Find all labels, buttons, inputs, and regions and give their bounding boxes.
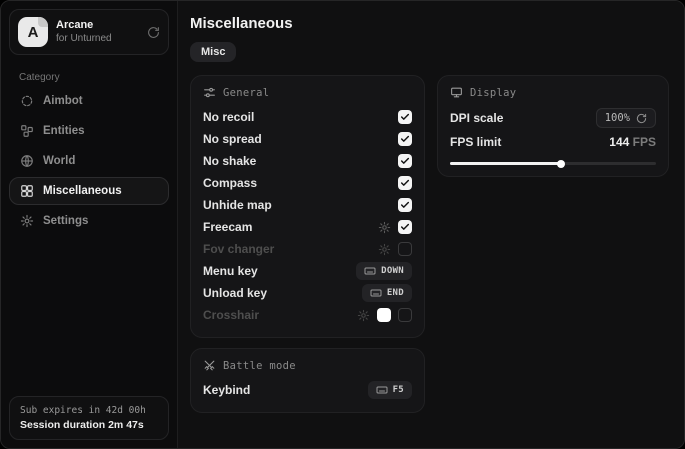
fps-slider-thumb[interactable] [557, 160, 565, 168]
keyboard-icon [370, 287, 382, 299]
setting-row-crosshair: Crosshair [203, 304, 412, 326]
dpi-scale-control[interactable]: 100% [596, 108, 656, 128]
general-card: General No recoil No spread No shake [190, 75, 425, 338]
setting-row-no-recoil: No recoil [203, 106, 412, 128]
sidebar-item-label: World [43, 155, 75, 167]
display-card-title: Display [470, 87, 516, 99]
app-logo: A [18, 17, 48, 47]
battle-mode-card-title: Battle mode [223, 360, 296, 372]
app-subtitle: for Unturned [56, 33, 112, 46]
unhide-map-checkbox[interactable] [398, 198, 412, 212]
setting-row-no-spread: No spread [203, 128, 412, 150]
entities-icon [20, 124, 34, 138]
sidebar-item-settings[interactable]: Settings [9, 207, 169, 235]
app-window: A Arcane for Unturned Category Aimbot En… [0, 0, 685, 449]
setting-row-compass: Compass [203, 172, 412, 194]
tab-misc[interactable]: Misc [190, 42, 236, 62]
brand-card: A Arcane for Unturned [9, 9, 169, 55]
setting-row-no-shake: No shake [203, 150, 412, 172]
app-name: Arcane [56, 19, 112, 33]
battle-keybind[interactable]: F5 [368, 381, 412, 399]
sync-icon[interactable] [147, 26, 160, 39]
keyboard-icon [376, 384, 388, 396]
sidebar: A Arcane for Unturned Category Aimbot En… [1, 1, 177, 448]
sidebar-item-miscellaneous[interactable]: Miscellaneous [9, 177, 169, 205]
compass-checkbox[interactable] [398, 176, 412, 190]
dpi-scale-value: 100% [605, 112, 630, 124]
fps-limit-value: 144 FPS [609, 135, 656, 149]
sidebar-item-entities[interactable]: Entities [9, 117, 169, 145]
fov-changer-checkbox[interactable] [398, 242, 412, 256]
general-card-title: General [223, 87, 269, 99]
session-duration-text: Session duration 2m 47s [20, 419, 158, 431]
unload-key-binding[interactable]: END [362, 284, 412, 302]
main-panel: Miscellaneous Misc General No recoil [177, 1, 684, 448]
refresh-icon[interactable] [636, 113, 647, 124]
battle-mode-card: Battle mode Keybind F5 [190, 348, 425, 413]
sub-expiry-text: Sub expires in 42d 00h [20, 405, 158, 416]
monitor-icon [450, 86, 463, 99]
fov-changer-gear-icon[interactable] [378, 243, 391, 256]
menu-key-binding[interactable]: DOWN [356, 262, 412, 280]
fps-slider-fill [450, 162, 561, 165]
grid-icon [20, 184, 34, 198]
globe-icon [20, 154, 34, 168]
setting-row-fov-changer: Fov changer [203, 238, 412, 260]
sidebar-item-label: Settings [43, 215, 88, 227]
sidebar-item-label: Aimbot [43, 95, 83, 107]
setting-row-unhide-map: Unhide map [203, 194, 412, 216]
content-area: General No recoil No spread No shake [190, 75, 669, 413]
setting-row-keybind: Keybind F5 [203, 379, 412, 401]
crosshair-icon [20, 94, 34, 108]
subscription-info: Sub expires in 42d 00h Session duration … [9, 396, 169, 440]
crosshair-checkbox[interactable] [398, 308, 412, 322]
fps-limit-row: FPS limit 144 FPS [450, 130, 656, 154]
tab-bar: Misc [190, 42, 669, 62]
page-title: Miscellaneous [190, 15, 669, 32]
sidebar-nav: Aimbot Entities World Miscellaneous Sett… [9, 87, 169, 235]
sidebar-item-world[interactable]: World [9, 147, 169, 175]
no-spread-checkbox[interactable] [398, 132, 412, 146]
sidebar-item-label: Entities [43, 125, 85, 137]
freecam-checkbox[interactable] [398, 220, 412, 234]
no-shake-checkbox[interactable] [398, 154, 412, 168]
gear-icon [20, 214, 34, 228]
display-card: Display DPI scale 100% FPS limit 144 FPS [437, 75, 669, 177]
keyboard-icon [364, 265, 376, 277]
no-recoil-checkbox[interactable] [398, 110, 412, 124]
category-label: Category [19, 72, 159, 83]
crosshair-gear-icon[interactable] [357, 309, 370, 322]
swords-icon [203, 359, 216, 372]
freecam-gear-icon[interactable] [378, 221, 391, 234]
setting-row-menu-key: Menu key DOWN [203, 260, 412, 282]
dpi-scale-row: DPI scale 100% [450, 106, 656, 130]
sidebar-item-label: Miscellaneous [43, 185, 122, 197]
crosshair-color-swatch[interactable] [377, 308, 391, 322]
sliders-icon [203, 86, 216, 99]
setting-row-freecam: Freecam [203, 216, 412, 238]
setting-row-unload-key: Unload key END [203, 282, 412, 304]
sidebar-item-aimbot[interactable]: Aimbot [9, 87, 169, 115]
fps-slider[interactable] [450, 162, 656, 165]
